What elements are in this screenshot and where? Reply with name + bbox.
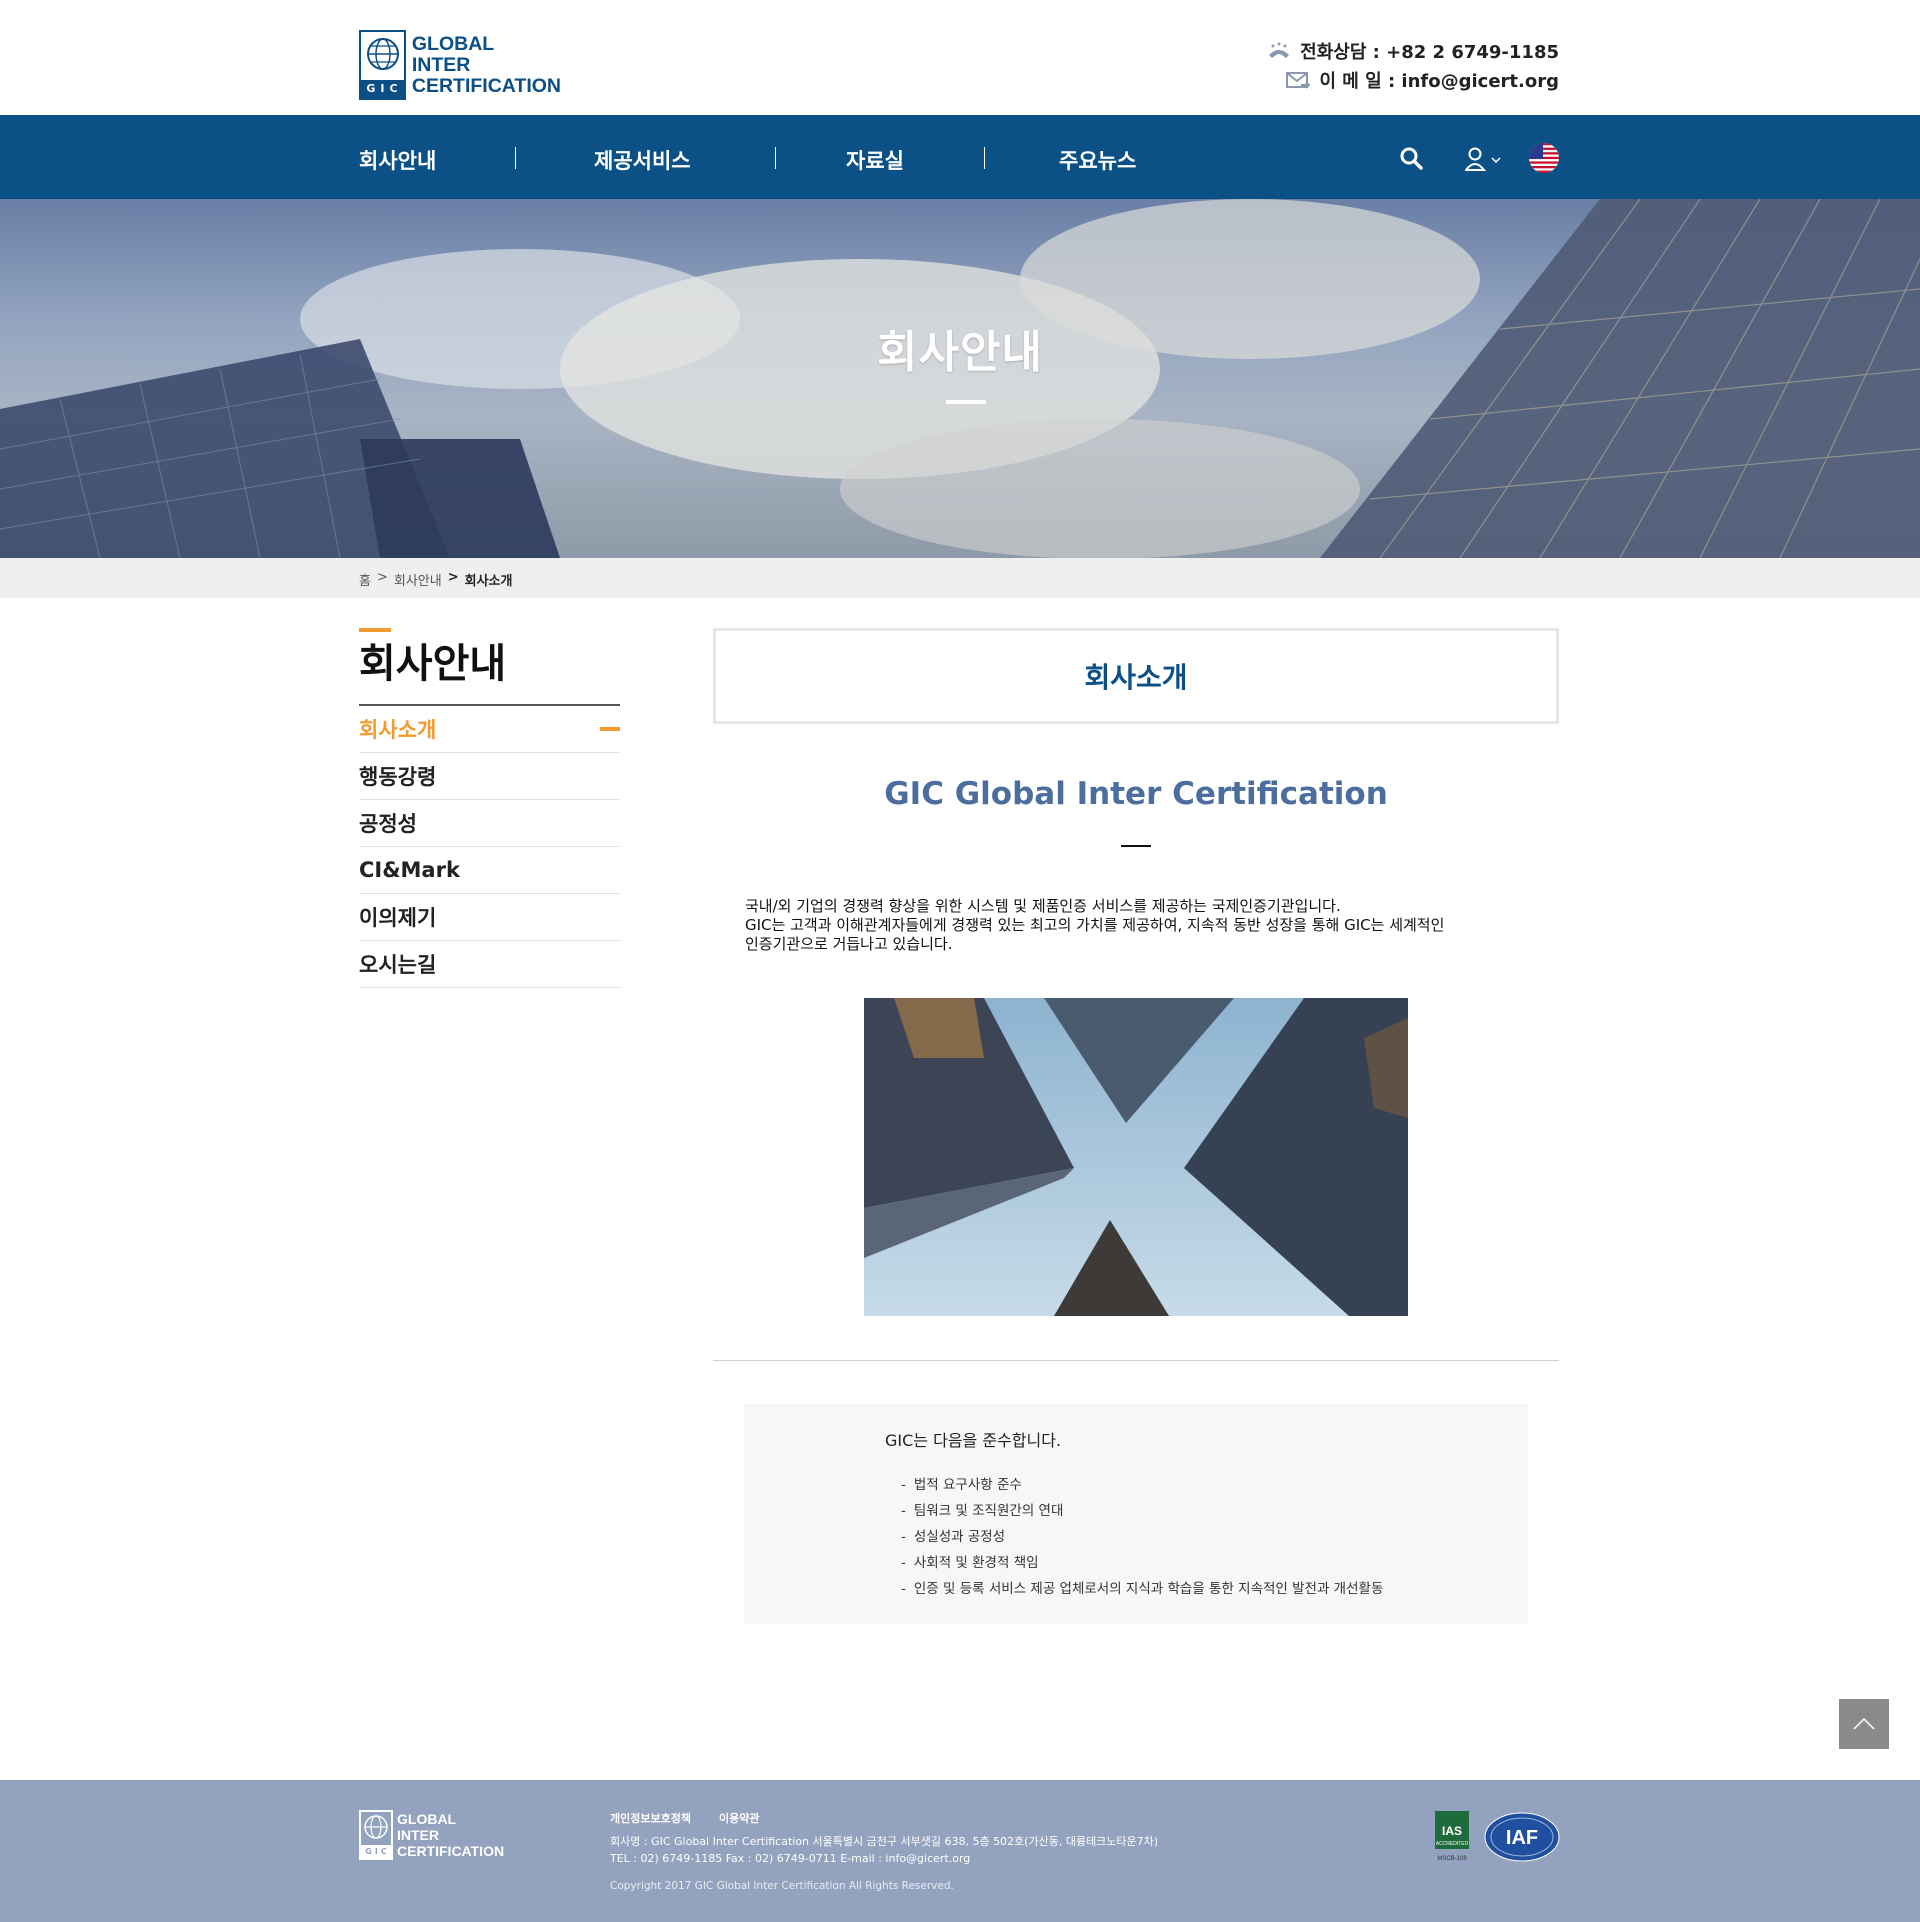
page-title-box: 회사소개: [713, 628, 1559, 724]
ias-badge-code: MSCB-108: [1437, 1856, 1467, 1862]
breadcrumb-separator: >: [376, 570, 388, 585]
sidebar: 회사안내 회사소개 행동강령 공정성 CI&Mark 이의제기 오시는길: [359, 628, 620, 988]
sidebar-item-ci-mark[interactable]: CI&Mark: [359, 847, 620, 894]
sidebar-item-appeals[interactable]: 이의제기: [359, 894, 620, 941]
logo-line: CERTIFICATION: [411, 74, 561, 97]
active-indicator: [600, 727, 620, 731]
iaf-badge-icon: IAF: [1484, 1812, 1560, 1862]
breadcrumb-current: 회사소개: [464, 574, 513, 589]
sidebar-item-label: 이의제기: [359, 906, 437, 930]
ias-badge-sub: ACCREDITED: [1436, 1841, 1469, 1847]
nav-separator: [984, 147, 985, 169]
hero-underline: [946, 400, 986, 404]
logo-line: GLOBAL: [397, 1811, 457, 1827]
logo-text: GLOBAL INTER CERTIFICATION: [411, 32, 561, 97]
header-contact: 전화상담 : +82 2 6749-1185 이 메 일 : info@gice…: [1267, 36, 1559, 94]
phone-icon: [1269, 42, 1290, 58]
email-label[interactable]: 이 메 일 : info@gicert.org: [1319, 67, 1559, 93]
certification-badges: IAS ACCREDITED MSCB-108 IAF: [1434, 1810, 1560, 1864]
intro-text: 국내/외 기업의 경쟁력 향상을 위한 시스템 및 제품인증 서비스를 제공하는…: [713, 897, 1503, 954]
chevron-up-icon: [1853, 1717, 1875, 1730]
list-item: 법적 요구사항 준수: [901, 1476, 1383, 1502]
logo-mark: GIC: [359, 30, 406, 100]
mail-icon: [1286, 71, 1311, 89]
logo-line: CERTIFICATION: [397, 1843, 505, 1859]
sidebar-item-label: CI&Mark: [359, 858, 460, 882]
copyright: Copyright 2017 GIC Global Inter Certific…: [610, 1880, 954, 1892]
company-info: 회사명 : GIC Global Inter Certification 서울특…: [610, 1835, 1159, 1848]
list-item: 팀워크 및 조직원간의 연대: [901, 1502, 1383, 1528]
phone-row: 전화상담 : +82 2 6749-1185: [1267, 36, 1559, 65]
sidebar-item-label: 오시는길: [359, 953, 437, 977]
user-icon[interactable]: [1465, 147, 1505, 171]
breadcrumb-separator: >: [447, 570, 459, 585]
nav-item-news[interactable]: 주요뉴스: [1059, 145, 1136, 175]
sidebar-item-code-of-conduct[interactable]: 행동강령: [359, 753, 620, 800]
sidebar-title: 회사안내: [359, 641, 507, 687]
compliance-title: GIC는 다음을 준수합니다.: [885, 1431, 1062, 1450]
hero-banner: 회사안내: [0, 199, 1920, 558]
nav-item-library[interactable]: 자료실: [846, 145, 904, 175]
main-content: 회사소개 GIC Global Inter Certification 국내/외…: [713, 628, 1559, 1624]
privacy-policy-link[interactable]: 개인정보보호정책: [610, 1810, 691, 1826]
sidebar-menu: 회사소개 행동강령 공정성 CI&Mark 이의제기 오시는길: [359, 704, 620, 988]
sidebar-item-label: 행동강령: [359, 765, 437, 789]
logo-line: INTER: [397, 1827, 439, 1843]
footer-logo-text: GLOBAL INTER CERTIFICATION: [397, 1811, 504, 1859]
globe-icon: [364, 1815, 388, 1839]
page-title: 회사소개: [1084, 661, 1188, 694]
sidebar-accent: [359, 628, 391, 632]
list-item: 사회적 및 환경적 책임: [901, 1554, 1383, 1580]
breadcrumb-parent[interactable]: 회사안내: [394, 570, 442, 589]
sidebar-item-intro[interactable]: 회사소개: [359, 706, 620, 753]
ias-badge-icon: IAS ACCREDITED MSCB-108: [1435, 1811, 1469, 1862]
site-header: GIC GLOBAL INTER CERTIFICATION 전화상담 : +8…: [0, 0, 1920, 115]
footer-logo[interactable]: GIC GLOBAL INTER CERTIFICATION: [359, 1810, 504, 1860]
contact-info: TEL : 02) 6749-1185 Fax : 02) 6749-0711 …: [610, 1852, 971, 1865]
email-row: 이 메 일 : info@gicert.org: [1267, 65, 1559, 94]
footer-links: 개인정보보호정책 이용약관: [610, 1810, 759, 1826]
breadcrumb-bar: 홈 > 회사안내 > 회사소개: [0, 558, 1920, 598]
intro-line: GIC는 고객과 이해관계자들에게 경쟁력 있는 최고의 가치를 제공하여, 지…: [745, 916, 1445, 934]
globe-icon: [367, 38, 399, 70]
sidebar-item-directions[interactable]: 오시는길: [359, 941, 620, 988]
intro-heading: GIC Global Inter Certification: [884, 776, 1388, 812]
scroll-top-button[interactable]: [1839, 1699, 1889, 1749]
nav-separator: [515, 147, 516, 169]
intro-line: 국내/외 기업의 경쟁력 향상을 위한 시스템 및 제품인증 서비스를 제공하는…: [745, 897, 1341, 915]
intro-line: 인증기관으로 거듭나고 있습니다.: [745, 935, 953, 953]
terms-link[interactable]: 이용약관: [719, 1810, 759, 1826]
list-item: 성실성과 공정성: [901, 1528, 1383, 1554]
main-nav: 회사안내 제공서비스 자료실 주요뉴스: [0, 115, 1920, 199]
skyscrapers-illustration: [864, 998, 1408, 1316]
breadcrumb-home[interactable]: 홈: [359, 570, 371, 589]
ias-badge-name: IAS: [1442, 1824, 1462, 1838]
us-flag-icon[interactable]: [1529, 143, 1559, 173]
footer-info: 회사명 : GIC Global Inter Certification 서울특…: [610, 1833, 1158, 1867]
sidebar-item-label: 회사소개: [359, 718, 437, 742]
nav-item-company[interactable]: 회사안내: [359, 145, 436, 175]
nav-item-services[interactable]: 제공서비스: [594, 145, 691, 175]
phone-label[interactable]: 전화상담 : +82 2 6749-1185: [1300, 38, 1559, 64]
content-divider: [713, 1360, 1559, 1361]
breadcrumb: 홈 > 회사안내 > 회사소개: [359, 570, 512, 589]
hero-title: 회사안내: [877, 327, 1043, 378]
compliance-list: 법적 요구사항 준수 팀워크 및 조직원간의 연대 성실성과 공정성 사회적 및…: [901, 1476, 1383, 1606]
site-footer: GIC GLOBAL INTER CERTIFICATION 개인정보보호정책 …: [0, 1780, 1920, 1922]
footer-logo-mark: GIC: [359, 1810, 393, 1860]
iaf-badge-name: IAF: [1506, 1827, 1538, 1849]
logo-badge: GIC: [361, 80, 404, 98]
logo-line: INTER: [411, 53, 471, 76]
skyscrapers-image: [864, 998, 1408, 1316]
site-logo[interactable]: GIC GLOBAL INTER CERTIFICATION: [359, 30, 561, 100]
heading-divider: [1121, 845, 1151, 847]
sidebar-item-impartiality[interactable]: 공정성: [359, 800, 620, 847]
list-item: 인증 및 등록 서비스 제공 업체로서의 지식과 학습을 통한 지속적인 발전과…: [901, 1580, 1383, 1606]
sidebar-item-label: 공정성: [359, 812, 417, 836]
footer-logo-badge: GIC: [361, 1845, 391, 1858]
nav-separator: [775, 147, 776, 169]
logo-line: GLOBAL: [411, 32, 495, 55]
compliance-box: GIC는 다음을 준수합니다. 법적 요구사항 준수 팀워크 및 조직원간의 연…: [744, 1404, 1528, 1624]
search-icon[interactable]: [1399, 146, 1423, 170]
